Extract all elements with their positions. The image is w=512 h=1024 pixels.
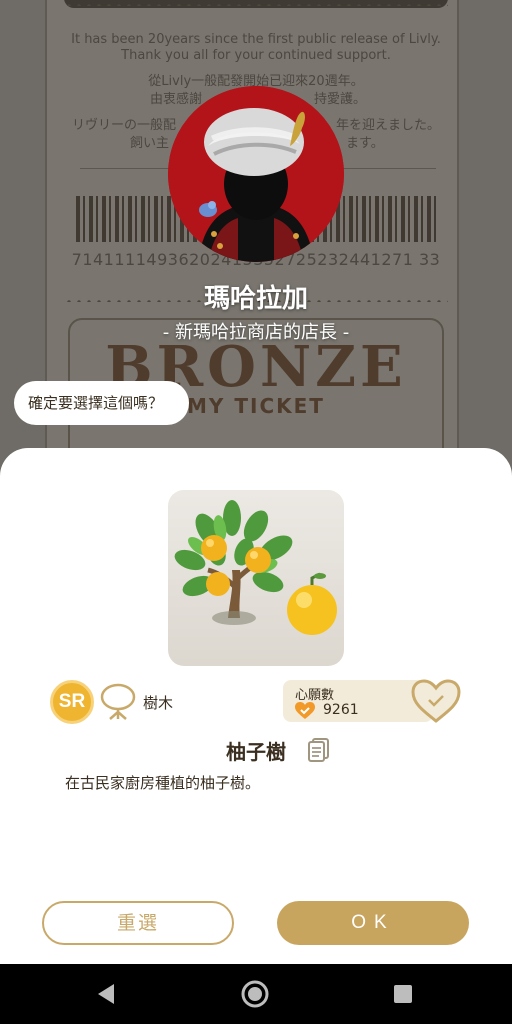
recents-square-icon[interactable]: [387, 978, 419, 1010]
ticket-text-en-1: It has been 20years since the first publ…: [71, 32, 441, 47]
wish-heart-button-icon[interactable]: [410, 678, 462, 724]
ticket-text-zh-2b: 持愛護。: [314, 92, 367, 107]
character-title: - 新瑪哈拉商店的店長 -: [162, 322, 350, 343]
ticket-text-ja-1a: リヴリーの一般配: [72, 118, 177, 133]
tree-category-icon: [100, 683, 136, 720]
system-navbar: [0, 964, 512, 1024]
item-name-text: 柚子樹: [226, 740, 286, 764]
wish-count-value: 9261: [323, 702, 359, 718]
item-image: [168, 490, 344, 666]
item-detail-sheet: SR 樹木 心願數 9261 柚子樹 在古民家廚房種植的柚子樹。 重選 OK: [0, 448, 512, 964]
yuzu-tree-icon: [174, 500, 337, 635]
rarity-badge: SR: [50, 680, 94, 724]
ticket-text-ja-1b: 年を迎えました。: [336, 118, 441, 133]
ticket-dotted-line: [64, 4, 448, 6]
ticket-text-en-2: Thank you all for your continued support…: [121, 48, 391, 63]
home-circle-icon[interactable]: [239, 978, 271, 1010]
item-name: 柚子樹: [0, 736, 512, 765]
heart-check-icon: [295, 702, 315, 719]
character-avatar: [168, 86, 344, 262]
item-description: 在古民家廚房種植的柚子樹。: [65, 774, 261, 792]
detail-document-icon[interactable]: [308, 738, 330, 762]
character-silhouette-icon: [168, 86, 344, 262]
ticket-text-ja-2b: ます。: [346, 136, 384, 151]
confirm-speech-bubble: 確定要選擇這個嗎？: [14, 381, 189, 425]
wish-count-label: 心願數: [295, 688, 335, 703]
reset-button[interactable]: 重選: [42, 901, 234, 945]
character-name: 瑪哈拉加: [203, 284, 308, 314]
item-type-label: 樹木: [143, 694, 174, 712]
back-triangle-icon[interactable]: [90, 978, 122, 1010]
ok-button[interactable]: OK: [277, 901, 469, 945]
